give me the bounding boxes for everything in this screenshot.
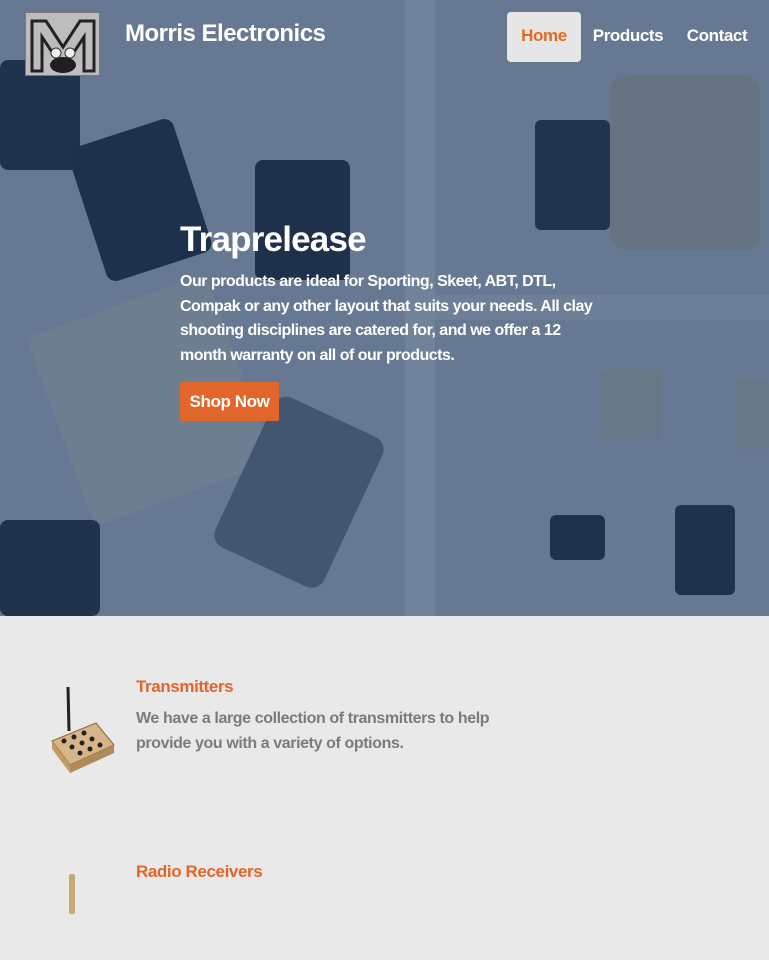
brand-name[interactable]: Morris Electronics [125,20,326,48]
feature-title: Radio Receivers [136,862,263,881]
hero-title: Traprelease [180,220,367,259]
nav-contact-link[interactable]: Contact [680,12,754,62]
shop-now-button[interactable]: Shop Now [180,382,279,421]
feature-title: Transmitters [136,677,234,696]
feature-description: We have a large collection of transmitte… [136,710,490,752]
mouse-logo-icon[interactable] [25,12,100,76]
navbar: Morris Electronics Home Products Contact [0,0,769,76]
receiver-icon [69,874,75,914]
hero-description: Our products are ideal for Sporting, Ske… [180,273,593,364]
nav-home-link[interactable]: Home [507,12,581,62]
hero-content: Traprelease Our products are ideal for S… [180,220,600,368]
transmitter-icon [51,686,115,773]
nav-products-link[interactable]: Products [588,12,668,62]
